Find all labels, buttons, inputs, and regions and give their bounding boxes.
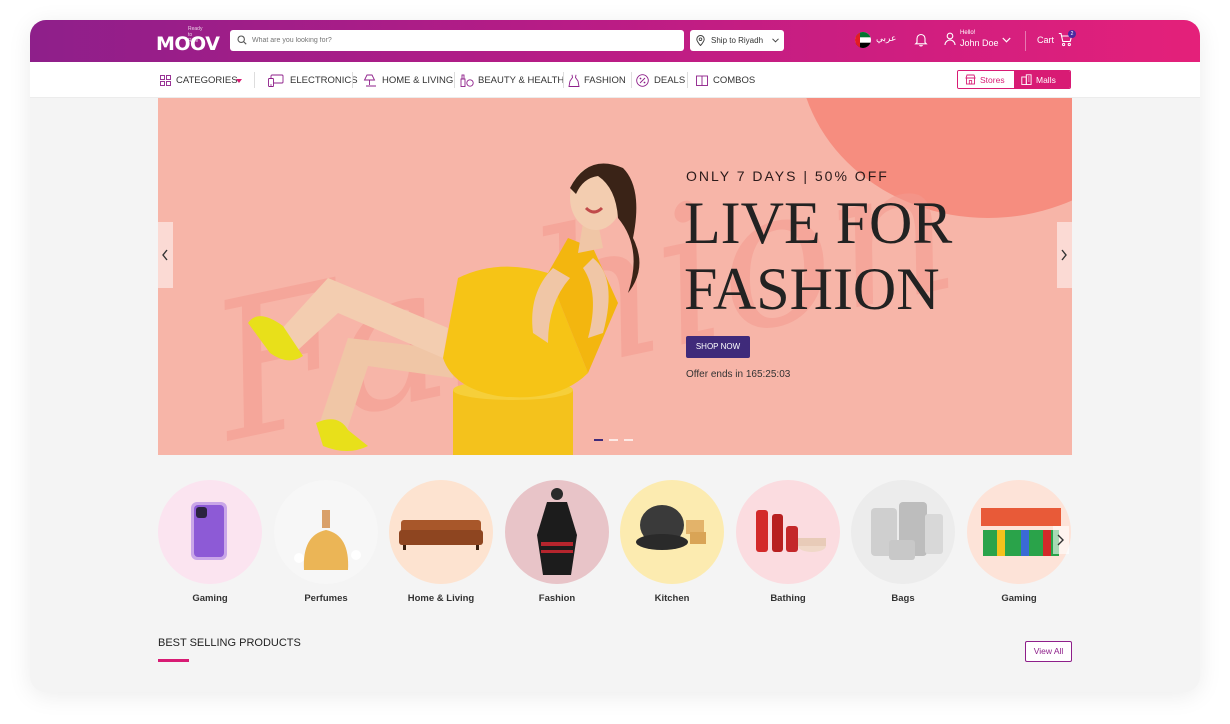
category-image (620, 480, 724, 584)
category-image (158, 480, 262, 584)
chevron-down-icon[interactable] (1002, 37, 1011, 43)
carousel-dot[interactable] (594, 439, 603, 441)
chevron-down-icon (772, 38, 779, 43)
promo-title-line: FASHION (684, 256, 940, 322)
malls-label: Malls (1036, 75, 1056, 85)
dress-icon (568, 74, 580, 87)
nav-item-label: BEAUTY & HEALTH (478, 75, 565, 86)
logo-text: MOOV (156, 33, 220, 55)
promo-subtitle: ONLY 7 DAYS | 50% OFF (686, 168, 889, 184)
stores-tab[interactable]: Stores (958, 71, 1014, 88)
banner-next-button[interactable] (1057, 222, 1072, 288)
building-icon (1021, 74, 1032, 85)
category-image (736, 480, 840, 584)
category-label: Bags (891, 593, 915, 604)
nav-divider (687, 72, 688, 88)
ship-to-label: Ship to Riyadh (711, 36, 764, 45)
category-image (851, 480, 955, 584)
nav-item-label: HOME & LIVING (382, 75, 454, 86)
category-image (389, 480, 493, 584)
nav-divider (352, 72, 353, 88)
carousel-dot[interactable] (609, 439, 618, 441)
nav-item-label: DEALS (654, 75, 686, 86)
category-image (505, 480, 609, 584)
top-header: Ready to Ride MOOV Ship to Riyadh عربي H… (30, 20, 1200, 62)
promo-title-line: LIVE FOR (684, 190, 953, 256)
user-name[interactable]: John Doe (960, 38, 999, 48)
section-title: BEST SELLING PRODUCTS (158, 637, 301, 649)
stores-label: Stores (980, 75, 1005, 85)
language-toggle[interactable]: عربي (876, 34, 896, 44)
chevron-right-icon (1057, 534, 1064, 546)
devices-icon (268, 74, 284, 87)
cosmetics-icon (460, 74, 474, 87)
category-image (274, 480, 378, 584)
malls-tab[interactable]: Malls (1014, 71, 1070, 88)
carousel-dot[interactable] (624, 439, 633, 441)
nav-divider (563, 72, 564, 88)
nav-item-label: FASHION (584, 75, 626, 86)
section-title-underline (158, 659, 189, 662)
search-icon (237, 35, 247, 45)
hero-banner: Fashion ONLY 7 DAYS | 50% OFF (158, 98, 1072, 455)
nav-divider (631, 72, 632, 88)
app-frame: Ready to Ride MOOV Ship to Riyadh عربي H… (30, 20, 1200, 692)
category-label: Bathing (770, 593, 806, 604)
offer-countdown: Offer ends in 165:25:03 (686, 369, 791, 380)
view-all-button[interactable]: View All (1025, 641, 1072, 662)
shop-now-button[interactable]: SHOP NOW (686, 336, 750, 358)
promo-title: LIVE FOR FASHION (684, 190, 984, 322)
chevron-left-icon (162, 249, 168, 261)
category-nav: CATEGORIES ELECTRONICS HOME & LIVING BEA… (30, 62, 1200, 98)
uae-flag-icon[interactable] (855, 32, 871, 48)
location-pin-icon (696, 35, 705, 46)
banner-prev-button[interactable] (158, 222, 173, 288)
book-icon (696, 75, 708, 86)
category-label: Gaming (1001, 593, 1037, 604)
header-divider (1025, 31, 1026, 51)
search-bar[interactable] (230, 30, 684, 51)
category-label: Kitchen (654, 593, 690, 604)
nav-item-label: COMBOS (713, 75, 756, 86)
discount-icon (636, 74, 649, 87)
category-label: Home & Living (407, 593, 475, 604)
nav-categories-label: CATEGORIES (176, 75, 238, 86)
model-image (248, 163, 640, 455)
user-icon[interactable] (944, 32, 956, 46)
bell-icon[interactable] (914, 32, 928, 47)
cart-label[interactable]: Cart (1037, 35, 1054, 45)
search-input[interactable] (252, 32, 672, 49)
category-next-button[interactable] (1053, 526, 1069, 554)
category-label: Gaming (192, 593, 228, 604)
chevron-right-icon (1061, 249, 1067, 261)
store-icon (965, 74, 976, 85)
nav-divider (254, 72, 255, 88)
category-label: Fashion (538, 593, 576, 604)
grid-icon (160, 75, 171, 86)
ship-to-selector[interactable]: Ship to Riyadh (690, 30, 784, 51)
cart-count-badge: 2 (1068, 30, 1076, 38)
greeting: Hello! (960, 30, 976, 36)
category-label: Perfumes (304, 593, 348, 604)
stores-malls-toggle: Stores Malls (957, 70, 1071, 89)
nav-item-label: ELECTRONICS (290, 75, 358, 86)
caret-down-icon (236, 79, 242, 83)
lamp-icon (363, 74, 376, 87)
nav-divider (454, 72, 455, 88)
